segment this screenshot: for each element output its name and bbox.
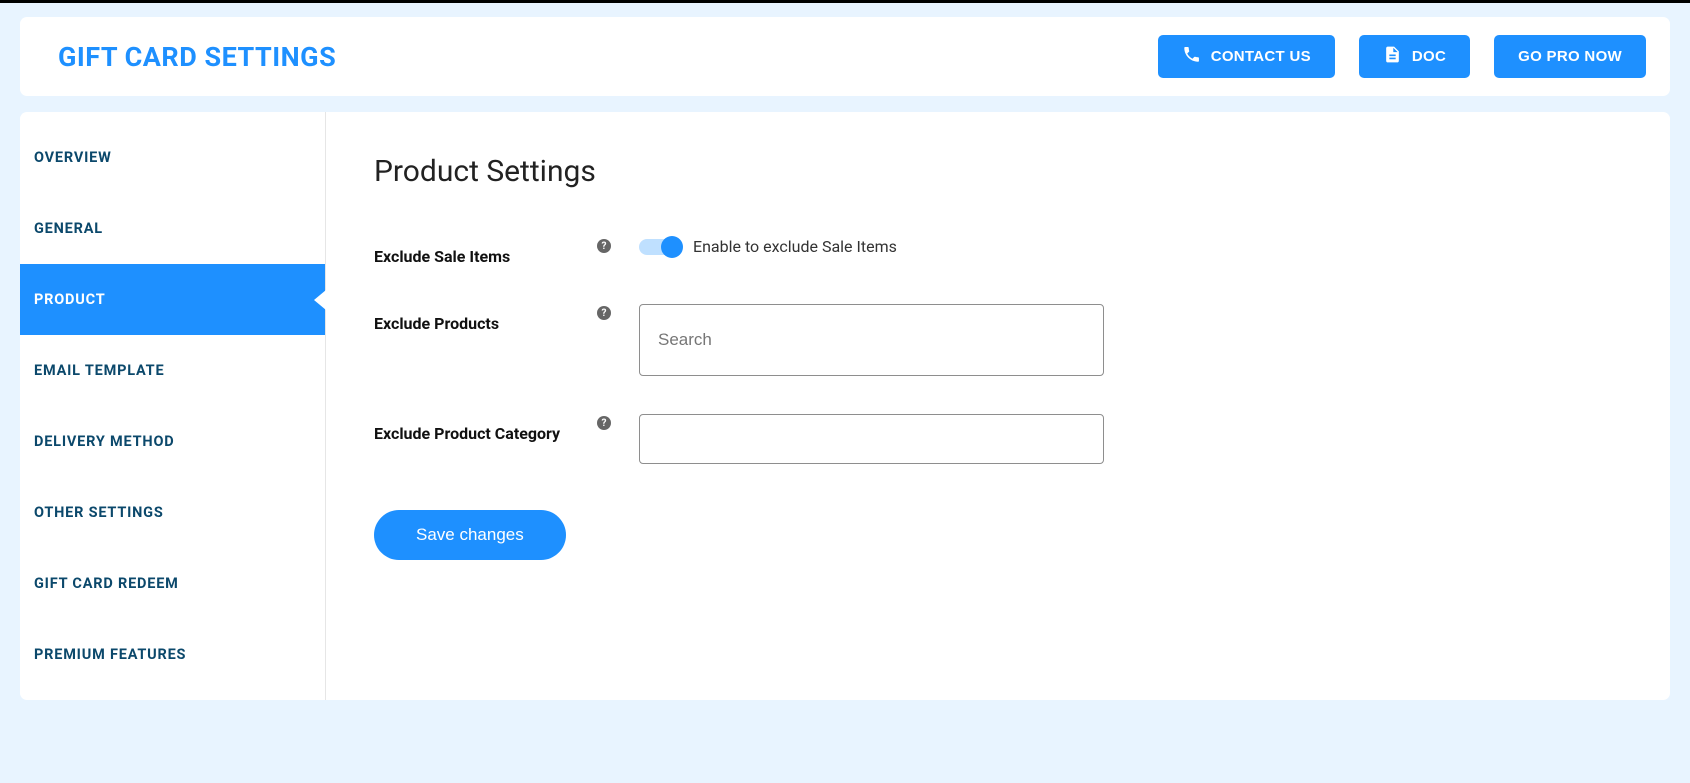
exclude-product-category-label: Exclude Product Category: [374, 414, 560, 443]
exclude-sale-items-toggle[interactable]: [639, 239, 679, 255]
sidebar-item-general[interactable]: GENERAL: [20, 193, 325, 264]
sidebar-item-delivery-method[interactable]: DELIVERY METHOD: [20, 406, 325, 477]
sidebar-item-product[interactable]: PRODUCT: [20, 264, 325, 335]
exclude-products-input[interactable]: [639, 304, 1104, 376]
control-cell: [619, 304, 1104, 376]
exclude-products-label: Exclude Products: [374, 304, 499, 333]
row-exclude-products: Exclude Products ?: [374, 304, 1622, 376]
sidebar-item-label: GIFT CARD REDEEM: [34, 575, 179, 592]
content-panel: Product Settings Exclude Sale Items ? En…: [325, 112, 1670, 700]
sidebar-item-label: GENERAL: [34, 220, 103, 237]
help-icon[interactable]: ?: [597, 306, 611, 320]
sidebar-item-gift-card-redeem[interactable]: GIFT CARD REDEEM: [20, 548, 325, 619]
exclude-sale-items-description: Enable to exclude Sale Items: [693, 237, 897, 256]
sidebar-item-label: DELIVERY METHOD: [34, 433, 174, 450]
document-icon: [1383, 45, 1402, 68]
save-changes-button[interactable]: Save changes: [374, 510, 566, 560]
sidebar-item-email-template[interactable]: EMAIL TEMPLATE: [20, 335, 325, 406]
doc-label: DOC: [1412, 48, 1446, 65]
sidebar-item-label: PREMIUM FEATURES: [34, 646, 186, 663]
toggle-knob: [661, 236, 683, 258]
header-buttons: CONTACT US DOC GO PRO NOW: [1158, 35, 1646, 78]
go-pro-button[interactable]: GO PRO NOW: [1494, 35, 1646, 78]
exclude-product-category-input[interactable]: [639, 414, 1104, 464]
row-exclude-sale-items: Exclude Sale Items ? Enable to exclude S…: [374, 237, 1622, 266]
help-icon[interactable]: ?: [597, 416, 611, 430]
sidebar-item-label: OTHER SETTINGS: [34, 504, 164, 521]
contact-us-label: CONTACT US: [1211, 48, 1311, 65]
sidebar: OVERVIEW GENERAL PRODUCT EMAIL TEMPLATE …: [20, 112, 325, 700]
header-card: GIFT CARD SETTINGS CONTACT US DOC GO PRO…: [20, 17, 1670, 96]
contact-us-button[interactable]: CONTACT US: [1158, 35, 1335, 78]
row-exclude-product-category: Exclude Product Category ?: [374, 414, 1622, 464]
content-title: Product Settings: [374, 154, 1622, 189]
label-cell: Exclude Products ?: [374, 304, 619, 333]
sidebar-item-label: OVERVIEW: [34, 149, 112, 166]
label-cell: Exclude Product Category ?: [374, 414, 619, 443]
label-cell: Exclude Sale Items ?: [374, 237, 619, 266]
sidebar-item-label: PRODUCT: [34, 291, 105, 308]
phone-icon: [1182, 45, 1201, 68]
form-rows: Exclude Sale Items ? Enable to exclude S…: [374, 237, 1622, 464]
doc-button[interactable]: DOC: [1359, 35, 1470, 78]
help-icon[interactable]: ?: [597, 239, 611, 253]
main-area: OVERVIEW GENERAL PRODUCT EMAIL TEMPLATE …: [20, 112, 1670, 700]
sidebar-item-other-settings[interactable]: OTHER SETTINGS: [20, 477, 325, 548]
control-cell: [619, 414, 1104, 464]
control-cell: Enable to exclude Sale Items: [619, 237, 897, 256]
go-pro-label: GO PRO NOW: [1518, 48, 1622, 65]
sidebar-item-premium-features[interactable]: PREMIUM FEATURES: [20, 619, 325, 690]
page-title: GIFT CARD SETTINGS: [44, 41, 336, 73]
sidebar-item-overview[interactable]: OVERVIEW: [20, 122, 325, 193]
sidebar-item-label: EMAIL TEMPLATE: [34, 362, 164, 379]
exclude-sale-items-label: Exclude Sale Items: [374, 237, 510, 266]
